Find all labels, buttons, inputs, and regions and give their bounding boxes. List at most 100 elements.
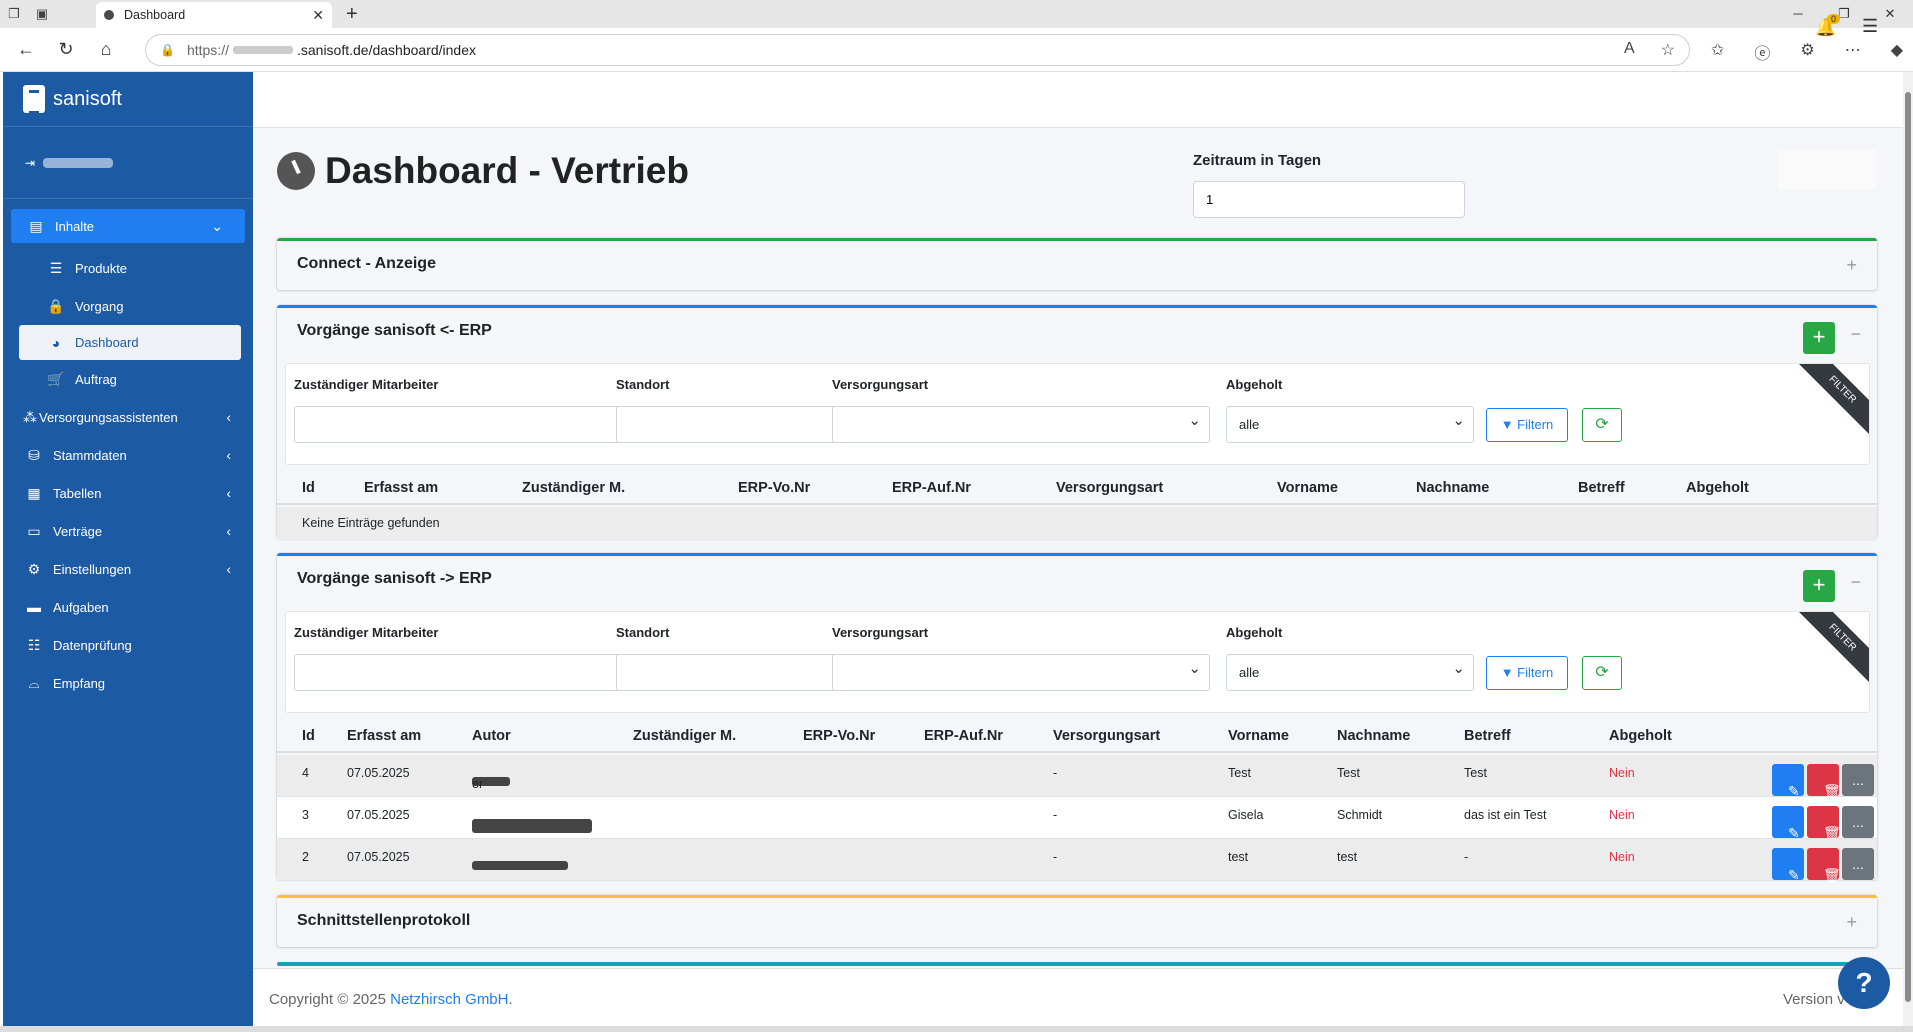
versorgungsart-select[interactable]: [832, 403, 1210, 443]
read-aloud-icon[interactable]: A: [1624, 40, 1635, 60]
reset-button[interactable]: ⟳: [1582, 408, 1622, 442]
logout-icon[interactable]: ⇥: [25, 156, 35, 170]
column-header[interactable]: Nachname: [1337, 728, 1410, 744]
column-header[interactable]: Betreff: [1464, 728, 1511, 744]
filter-button[interactable]: ▼ Filtern: [1486, 408, 1568, 442]
expand-icon[interactable]: +: [1846, 912, 1857, 933]
column-header[interactable]: ERP-Auf.Nr: [892, 480, 971, 496]
column-header[interactable]: Abgeholt: [1609, 728, 1672, 744]
scrollbar[interactable]: [1903, 72, 1913, 1032]
sidebar-item-tabellen[interactable]: ▦ Tabellen ‹: [3, 474, 253, 512]
user-panel[interactable]: ⇥: [3, 127, 253, 199]
column-header[interactable]: Autor: [472, 728, 511, 744]
column-header[interactable]: Betreff: [1578, 480, 1625, 496]
abgeholt-select[interactable]: alle: [1226, 403, 1474, 443]
back-icon[interactable]: ←: [6, 39, 46, 60]
sidebar-item-einstellungen[interactable]: ⚙ Einstellungen ‹: [3, 550, 253, 588]
column-header[interactable]: Erfasst am: [347, 728, 421, 744]
brand-link[interactable]: sanisoft: [3, 72, 253, 127]
extensions-icon[interactable]: ⚙: [1800, 40, 1814, 64]
sidebar-item-stammdaten[interactable]: ⛁ Stammdaten ‹: [3, 436, 253, 474]
standort-select[interactable]: [616, 403, 864, 443]
copilot-icon[interactable]: ◆: [1891, 40, 1903, 64]
reload-icon[interactable]: ↻: [46, 39, 86, 60]
column-header[interactable]: ERP-Auf.Nr: [924, 728, 1003, 744]
zeitraum-input[interactable]: [1193, 181, 1465, 218]
column-header[interactable]: Nachname: [1416, 480, 1489, 496]
delete-button[interactable]: 🗑: [1807, 848, 1841, 883]
column-header[interactable]: Id: [302, 480, 315, 496]
sidebar-item-produkte[interactable]: ☰ Produkte: [3, 249, 253, 287]
more-button[interactable]: ...: [1842, 764, 1874, 796]
sidebar-item-vertraege[interactable]: ▭ Verträge ‹: [3, 512, 253, 550]
column-header[interactable]: Zuständiger M.: [633, 728, 736, 744]
standort-select[interactable]: [616, 651, 864, 691]
delete-button[interactable]: 🗑: [1807, 806, 1841, 841]
table-row[interactable]: 4 07.05.2025 er - Test Test Test Nein ✎ …: [277, 755, 1877, 799]
edge-icon[interactable]: ⓔ: [1754, 40, 1770, 64]
list-icon: ☰: [49, 259, 63, 276]
delete-button[interactable]: 🗑: [1807, 764, 1841, 799]
help-button[interactable]: ?: [1838, 957, 1890, 1009]
sidebar-item-vorgang[interactable]: 🔒 Vorgang: [3, 287, 253, 325]
abgeholt-select[interactable]: alle: [1226, 651, 1474, 691]
edit-button[interactable]: ✎: [1772, 806, 1804, 841]
sidebar-item-inhalte[interactable]: ▤ Inhalte ⌄: [11, 209, 245, 243]
column-header[interactable]: Vorname: [1277, 480, 1338, 496]
column-header[interactable]: ERP-Vo.Nr: [803, 728, 875, 744]
filter-button[interactable]: ▼ Filtern: [1486, 656, 1568, 690]
chevron-left-icon: ‹: [226, 409, 231, 425]
add-button[interactable]: +: [1803, 570, 1835, 602]
sidebar-item-label: Einstellungen: [53, 561, 132, 577]
add-button[interactable]: +: [1803, 322, 1835, 354]
column-header[interactable]: ERP-Vo.Nr: [738, 480, 810, 496]
edit-button[interactable]: ✎: [1772, 764, 1804, 799]
table-row[interactable]: 3 07.05.2025 - Gisela Schmidt das ist ei…: [277, 797, 1877, 841]
cell-id: 2: [302, 850, 309, 864]
favorites-icon[interactable]: ✩: [1711, 40, 1724, 64]
company-link[interactable]: Netzhirsch GmbH: [390, 991, 508, 1008]
collapse-icon[interactable]: −: [1850, 572, 1861, 593]
cell-versorgungsart: -: [1053, 766, 1058, 780]
filter-label: Abgeholt: [1226, 625, 1283, 640]
sidebar-item-datenpruefung[interactable]: ☷ Datenprüfung: [3, 626, 253, 664]
column-header[interactable]: Versorgungsart: [1056, 480, 1163, 496]
table-header: Id Erfasst am Autor Zuständiger M. ERP-V…: [277, 719, 1877, 753]
address-bar[interactable]: 🔒 https:// .sanisoft.de/dashboard/index …: [145, 34, 1690, 66]
home-icon[interactable]: ⌂: [86, 39, 126, 60]
tab-favicon-icon: [104, 10, 114, 20]
column-header[interactable]: Erfasst am: [364, 480, 438, 496]
more-icon[interactable]: ⋯: [1845, 40, 1861, 64]
versorgungsart-select[interactable]: [832, 651, 1210, 691]
column-header[interactable]: Versorgungsart: [1053, 728, 1160, 744]
tab-actions-icon[interactable]: ▣: [28, 6, 56, 22]
sidebar-item-dashboard[interactable]: ◕ Dashboard: [19, 325, 241, 360]
more-button[interactable]: ...: [1842, 848, 1874, 880]
cell-vorname: test: [1228, 850, 1249, 864]
sidebar-item-empfang[interactable]: ⌓ Empfang: [3, 664, 253, 702]
collapse-icon[interactable]: −: [1850, 324, 1861, 345]
column-header[interactable]: Id: [302, 728, 315, 744]
column-header[interactable]: Abgeholt: [1686, 480, 1749, 496]
sidebar-item-aufgaben[interactable]: ▬ Aufgaben: [3, 588, 253, 626]
reset-button[interactable]: ⟳: [1582, 656, 1622, 690]
sidebar-item-auftrag[interactable]: 🛒 Auftrag: [3, 360, 253, 398]
scrollbar-thumb[interactable]: [1905, 92, 1911, 1002]
favorite-star-icon[interactable]: ☆: [1661, 40, 1675, 60]
edit-button[interactable]: ✎: [1772, 848, 1804, 883]
sidebar-item-versorgungsassistenten[interactable]: ⁂ Versorgungsassistenten ‹: [3, 398, 253, 436]
filter-label: Zuständiger Mitarbeiter: [294, 377, 439, 392]
new-tab-icon[interactable]: +: [346, 2, 358, 26]
workspaces-icon[interactable]: ❐: [0, 6, 28, 22]
more-button[interactable]: ...: [1842, 806, 1874, 838]
tab-close-icon[interactable]: ✕: [312, 7, 324, 24]
expand-icon[interactable]: +: [1846, 255, 1857, 276]
column-header[interactable]: Zuständiger M.: [522, 480, 625, 496]
notification-bell-icon[interactable]: 🔔 0: [1815, 14, 1841, 38]
table-row[interactable]: 2 07.05.2025 - test test - Nein ✎ 🗑 ...: [277, 839, 1877, 883]
chevron-down-icon: ⌄: [211, 217, 223, 234]
menu-icon[interactable]: ☰: [1862, 16, 1878, 37]
browser-tab[interactable]: Dashboard ✕: [96, 2, 332, 28]
column-header[interactable]: Vorname: [1228, 728, 1289, 744]
trash-icon: 🗑: [1823, 867, 1841, 883]
